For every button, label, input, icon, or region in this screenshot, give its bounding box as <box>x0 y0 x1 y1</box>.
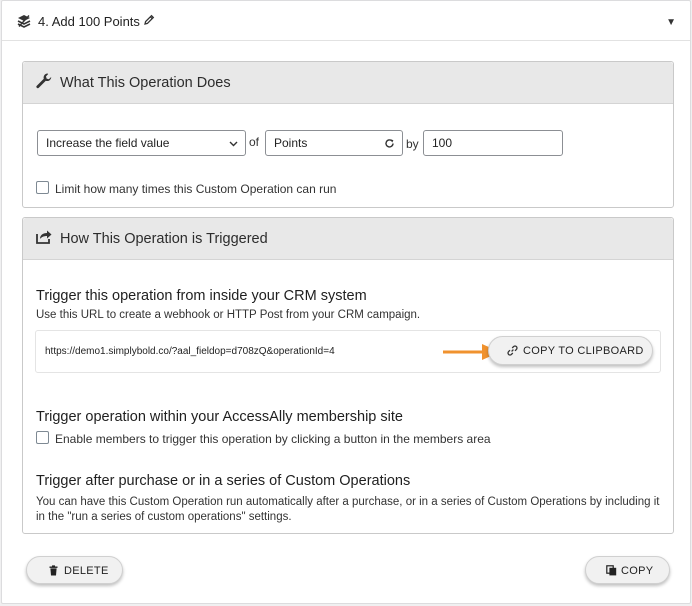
limit-runs-label: Limit how many times this Custom Operati… <box>55 182 337 196</box>
member-trigger-label: Enable members to trigger this operation… <box>55 432 491 446</box>
chevron-down-icon <box>229 141 238 147</box>
copy-to-clipboard-button[interactable]: COPY TO CLIPBOARD <box>488 336 653 365</box>
purchase-trigger-title: Trigger after purchase or in a series of… <box>36 473 411 489</box>
by-label: by <box>406 137 419 151</box>
action-select[interactable]: Increase the field value <box>37 130 246 156</box>
what-panel-header: What This Operation Does <box>23 62 673 104</box>
amount-input[interactable]: 100 <box>423 130 563 156</box>
purchase-trigger-description: You can have this Custom Operation run a… <box>36 496 660 523</box>
refresh-icon <box>385 139 394 148</box>
operation-title: 4. Add 100 Points <box>38 14 140 29</box>
field-select[interactable]: Points <box>265 130 403 156</box>
copy-to-clipboard-label: COPY TO CLIPBOARD <box>523 345 644 357</box>
custom-operation-card: 4. Add 100 Points ▼ What This Operation … <box>1 0 691 604</box>
copy-button[interactable]: COPY <box>585 556 670 584</box>
pencil-icon[interactable] <box>143 14 155 26</box>
what-operation-panel: What This Operation Does Increase the fi… <box>22 61 674 208</box>
trigger-panel-header: How This Operation is Triggered <box>23 218 673 260</box>
what-panel-title: What This Operation Does <box>60 75 231 91</box>
share-icon <box>36 230 52 244</box>
link-icon <box>507 345 518 356</box>
member-trigger-checkbox[interactable] <box>36 431 49 444</box>
delete-label: DELETE <box>64 565 109 577</box>
copy-icon <box>606 565 617 576</box>
copy-label: COPY <box>621 565 654 577</box>
collapse-caret-icon[interactable]: ▼ <box>666 17 676 28</box>
delete-button[interactable]: DELETE <box>26 556 123 584</box>
membership-trigger-title: Trigger operation within your AccessAlly… <box>36 409 403 425</box>
wrench-icon <box>36 73 52 89</box>
of-label: of <box>249 135 260 149</box>
webhook-url-box: https://demo1.simplybold.co/?aal_fieldop… <box>35 330 661 373</box>
limit-runs-checkbox[interactable] <box>36 181 49 194</box>
layers-icon <box>17 15 31 28</box>
operation-header[interactable]: 4. Add 100 Points ▼ <box>2 1 690 41</box>
trigger-panel-title: How This Operation is Triggered <box>60 231 268 247</box>
webhook-url: https://demo1.simplybold.co/?aal_fieldop… <box>45 346 335 357</box>
crm-trigger-description: Use this URL to create a webhook or HTTP… <box>36 309 421 321</box>
trigger-panel: How This Operation is Triggered Trigger … <box>22 217 674 534</box>
crm-trigger-title: Trigger this operation from inside your … <box>36 288 367 304</box>
trash-icon <box>49 565 58 576</box>
